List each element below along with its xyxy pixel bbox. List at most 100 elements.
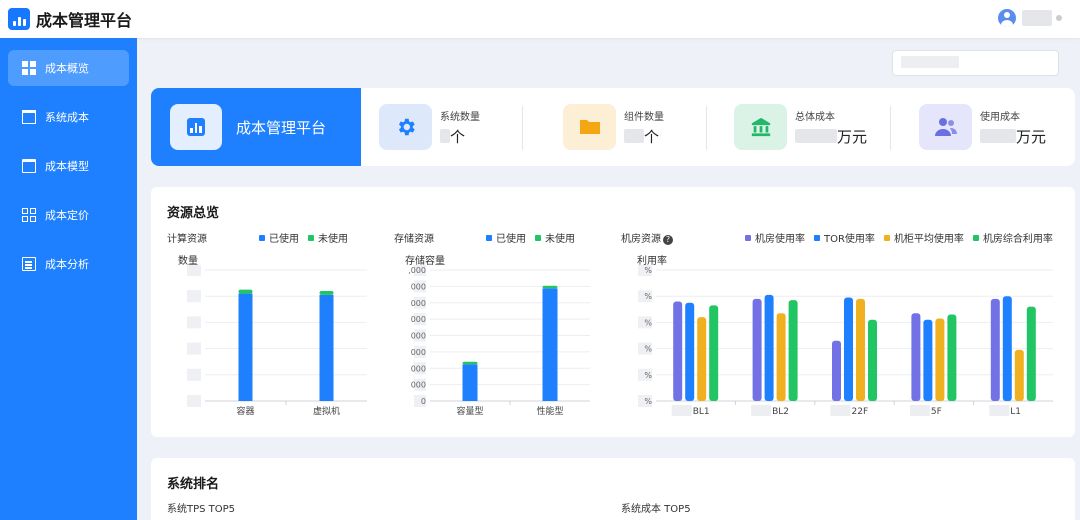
x-tick-redacted xyxy=(909,405,930,416)
legend-item[interactable]: 未使用 xyxy=(535,230,575,245)
app-logo[interactable]: 成本管理平台 xyxy=(8,7,132,31)
user-avatar-icon[interactable] xyxy=(998,9,1016,27)
bar xyxy=(542,285,558,289)
y-tick-redacted xyxy=(187,265,201,276)
x-tick-label: 性能型 xyxy=(536,405,563,417)
bar xyxy=(542,288,558,401)
kpi-unit: 万元 xyxy=(1016,127,1047,146)
legend-item[interactable]: 已使用 xyxy=(486,230,526,245)
search-value-redacted xyxy=(901,56,959,68)
kpi-system-count: 系统数量 个 xyxy=(379,88,480,166)
bar xyxy=(947,314,957,401)
gear-icon xyxy=(379,104,432,150)
sidebar-item-label: 成本分析 xyxy=(45,258,89,271)
y-tick-redacted xyxy=(187,395,201,407)
x-tick-label: BL1 xyxy=(693,407,710,417)
x-tick-label: 容器 xyxy=(236,405,254,417)
kpi-value-redacted xyxy=(980,129,1016,143)
y-tick-redacted xyxy=(187,368,201,381)
building-icon xyxy=(22,110,36,124)
sidebar-item-system-cost[interactable]: 系统成本 xyxy=(8,99,129,135)
y-tick-label: 000 xyxy=(411,282,426,291)
sidebar-item-cost-model[interactable]: 成本模型 xyxy=(8,148,129,184)
bar xyxy=(832,340,841,401)
y-tick-redacted xyxy=(187,290,201,303)
summary-band: 系统数量 个 组件数量 个 总体成本 万元 使用成本 万元 成本管理平台 xyxy=(151,88,1075,166)
legend-item[interactable]: 未使用 xyxy=(308,230,348,245)
users-icon xyxy=(919,104,972,150)
y-tick-label: % xyxy=(644,266,652,275)
sidebar-item-cost-pricing[interactable]: 成本定价 xyxy=(8,197,129,233)
sidebar-item-cost-overview[interactable]: 成本概览 xyxy=(8,50,129,86)
compute-chart: 容器 虚拟机 xyxy=(187,265,367,417)
ranking-tps-title: 系统TPS TOP5 xyxy=(167,504,236,515)
y-tick-label: % xyxy=(644,371,652,380)
room-chart: %%%%%% BL1 BL2 22F 5F L1 xyxy=(638,265,1053,417)
kpi-value-redacted xyxy=(624,129,644,143)
kpi-value-redacted xyxy=(440,129,450,143)
bar xyxy=(462,364,478,401)
bar xyxy=(238,293,253,401)
legend-item[interactable]: 机房综合利用率 xyxy=(972,230,1053,245)
y-tick-label: ,000 xyxy=(408,266,426,275)
kpi-label: 使用成本 xyxy=(980,111,1020,123)
bar xyxy=(935,318,945,401)
bar xyxy=(764,294,774,401)
sidebar-item-cost-analysis[interactable]: 成本分析 xyxy=(8,246,129,282)
sidebar-item-label: 成本模型 xyxy=(45,160,89,173)
bar xyxy=(319,290,334,295)
y-tick-label: 000 xyxy=(411,299,426,308)
bar xyxy=(1002,296,1012,401)
y-tick-label: 0 xyxy=(421,397,426,406)
legend-item[interactable]: 机房使用率 xyxy=(745,230,805,245)
chevron-down-icon[interactable] xyxy=(1056,15,1062,21)
kpi-unit: 个 xyxy=(450,127,466,146)
resource-overview-card: 资源总览 计算资源 已使用 未使用 数量 容器 虚拟机 存储资源 已使用 未使用 … xyxy=(151,187,1075,437)
kpi-component-count: 组件数量 个 xyxy=(563,88,664,166)
bar xyxy=(673,301,683,401)
user-name-redacted xyxy=(1022,10,1052,26)
sidebar-item-label: 系统成本 xyxy=(45,111,89,124)
sidebar-item-label: 成本概览 xyxy=(45,62,89,75)
bar xyxy=(462,361,478,365)
y-tick-label: % xyxy=(644,292,652,301)
section-title: 资源总览 xyxy=(167,206,220,221)
bar xyxy=(776,313,786,401)
logo-chart-icon xyxy=(8,8,30,30)
document-icon xyxy=(22,257,36,271)
kpi-label: 总体成本 xyxy=(795,111,835,123)
section-title: 系统排名 xyxy=(167,477,220,492)
y-tick-redacted xyxy=(187,342,201,355)
legend-storage: 已使用 未使用 xyxy=(486,230,584,245)
legend-item[interactable]: 机柜平均使用率 xyxy=(883,230,964,245)
grid-icon xyxy=(22,208,36,222)
x-tick-label: 虚拟机 xyxy=(313,405,340,417)
y-tick-label: 000 xyxy=(411,315,426,324)
bar xyxy=(319,294,334,401)
y-tick-label: 000 xyxy=(411,381,426,390)
x-tick-redacted xyxy=(830,405,851,416)
bar xyxy=(923,319,933,401)
bar xyxy=(868,319,877,401)
bar xyxy=(990,298,1000,401)
help-icon[interactable]: ? xyxy=(663,235,673,245)
kpi-label: 组件数量 xyxy=(624,111,664,123)
kpi-panel: 系统数量 个 组件数量 个 总体成本 万元 使用成本 万元 xyxy=(339,88,1075,166)
platform-title: 成本管理平台 xyxy=(236,118,327,137)
user-menu[interactable] xyxy=(998,9,1062,27)
dashboard-icon xyxy=(22,61,36,75)
legend-room: 机房使用率 TOR使用率 机柜平均使用率 机房综合利用率 xyxy=(745,230,1062,245)
kpi-total-cost: 总体成本 万元 xyxy=(734,88,867,166)
x-tick-label: 5F xyxy=(931,407,942,417)
bar xyxy=(752,298,762,401)
x-tick-label: 容量型 xyxy=(456,405,483,417)
y-tick-label: 000 xyxy=(411,364,426,373)
kpi-usage-cost: 使用成本 万元 xyxy=(919,88,1046,166)
folder-icon xyxy=(563,104,616,150)
legend-item[interactable]: 已使用 xyxy=(259,230,299,245)
bar xyxy=(697,317,707,401)
y-tick-label: % xyxy=(644,318,652,327)
search-input[interactable] xyxy=(892,50,1059,76)
logo-chart-icon xyxy=(170,104,222,150)
legend-item[interactable]: TOR使用率 xyxy=(814,230,875,245)
